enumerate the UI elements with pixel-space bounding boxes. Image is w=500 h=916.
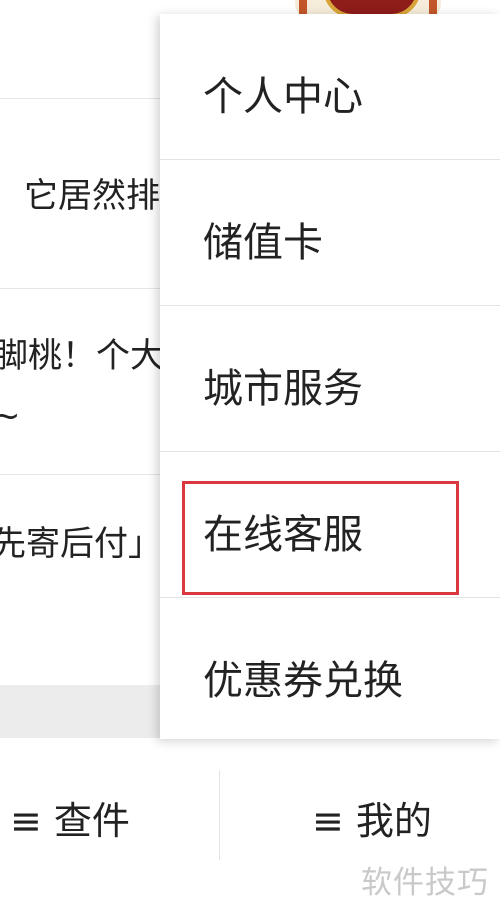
menu-item-label: 个人中心	[203, 74, 363, 120]
watermark: 软件技巧	[350, 842, 500, 916]
menu-item-stored-value-card[interactable]: 储值卡	[160, 160, 500, 305]
list-item-text: ~	[0, 396, 21, 436]
menu-item-label: 城市服务	[203, 366, 363, 412]
bottom-nav-track[interactable]: ≡ 查件	[10, 790, 130, 845]
menu-item-label: 储值卡	[203, 220, 323, 266]
list-item-text: 它居然排	[24, 176, 160, 216]
bottom-nav-mine[interactable]: ≡ 我的	[312, 790, 432, 845]
list-item-text: 先寄后付」	[0, 524, 162, 564]
menu-item-personal-center[interactable]: 个人中心	[160, 14, 500, 159]
bottom-nav-divider	[219, 770, 220, 860]
dropdown-menu: 个人中心 储值卡 城市服务 在线客服 优惠券兑换	[160, 14, 500, 739]
list-item-text: 脚桃！个大	[0, 336, 164, 376]
menu-item-coupon-redeem[interactable]: 优惠券兑换	[160, 598, 500, 739]
highlight-box	[182, 481, 459, 595]
menu-item-city-services[interactable]: 城市服务	[160, 306, 500, 451]
menu-item-label: 优惠券兑换	[203, 658, 403, 704]
